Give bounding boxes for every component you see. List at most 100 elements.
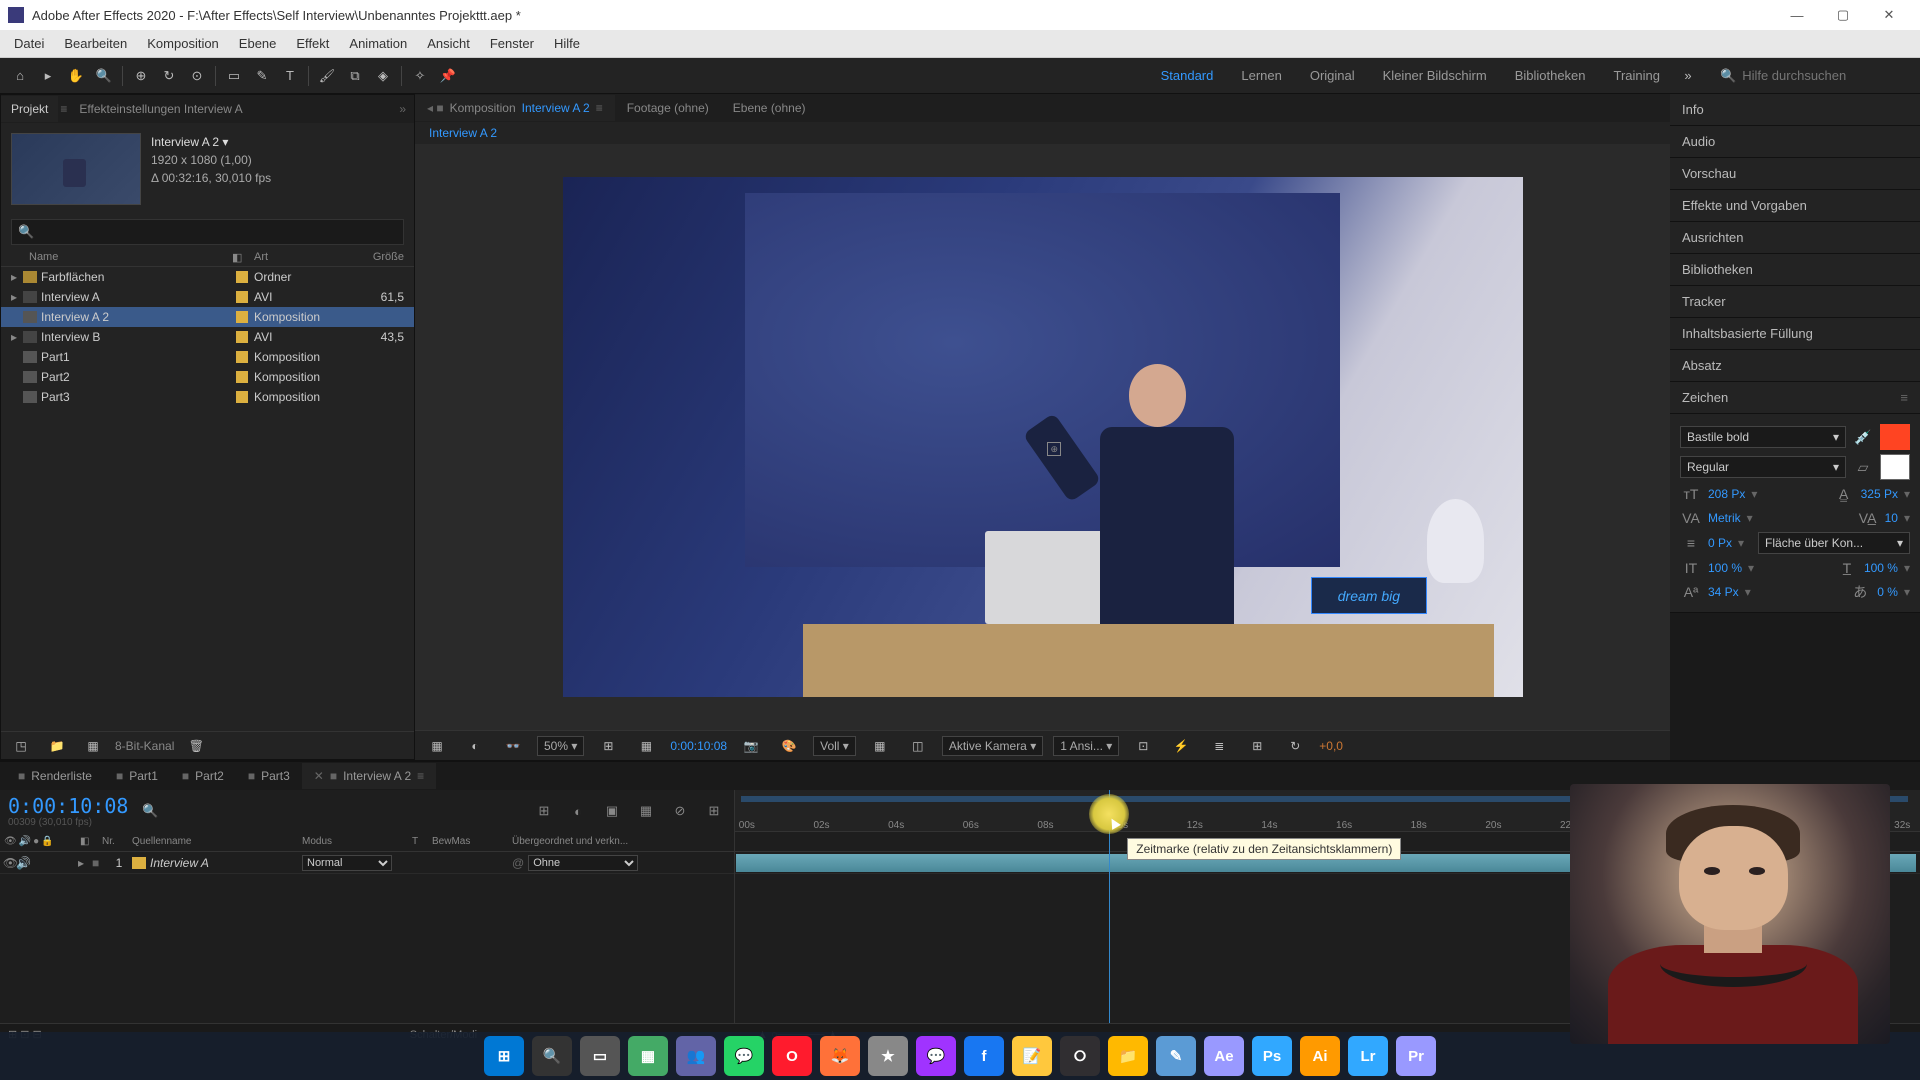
tsume[interactable]: 0 % [1877, 585, 1898, 599]
taskbar-tasks-icon[interactable]: ▭ [580, 1036, 620, 1076]
taskbar-notes-icon[interactable]: 📝 [1012, 1036, 1052, 1076]
mask-icon[interactable]: 👓 [500, 733, 526, 759]
project-item[interactable]: Interview A 2Komposition [1, 307, 414, 327]
channel-icon[interactable]: ◐ [462, 733, 488, 759]
leading[interactable]: 325 Px [1861, 487, 1898, 501]
project-item[interactable]: Part2Komposition [1, 367, 414, 387]
panel-info[interactable]: Info [1670, 94, 1920, 126]
no-stroke-icon[interactable]: ▱ [1852, 457, 1874, 477]
fill-color-swatch[interactable] [1880, 424, 1910, 450]
taskbar-facebook-icon[interactable]: f [964, 1036, 1004, 1076]
menu-komposition[interactable]: Komposition [137, 32, 229, 55]
blend-mode-select[interactable]: Normal [302, 855, 392, 871]
project-search[interactable]: 🔍 [11, 219, 404, 245]
taskbar-widgets-icon[interactable]: ▦ [628, 1036, 668, 1076]
tab-project[interactable]: Projekt [1, 96, 58, 122]
taskbar-editor-icon[interactable]: ✎ [1156, 1036, 1196, 1076]
brush-tool-icon[interactable]: 🖌 [314, 63, 340, 89]
tab-effect-settings[interactable]: Effekteinstellungen Interview A [69, 96, 252, 122]
selected-comp-name[interactable]: Interview A 2 ▾ [151, 133, 271, 151]
clone-tool-icon[interactable]: ⧉ [342, 63, 368, 89]
taskbar-opera-icon[interactable]: O [772, 1036, 812, 1076]
rectangle-tool-icon[interactable]: ▭ [221, 63, 247, 89]
camera-select[interactable]: Aktive Kamera ▾ [942, 736, 1043, 756]
taskbar-pr-icon[interactable]: Pr [1396, 1036, 1436, 1076]
fast-preview-icon[interactable]: ⚡ [1168, 733, 1194, 759]
eyedropper-icon[interactable]: 💉 [1852, 427, 1874, 447]
panel-tracker[interactable]: Tracker [1670, 286, 1920, 318]
alpha-icon[interactable]: ▦ [424, 733, 450, 759]
resolution-select[interactable]: Voll ▾ [813, 736, 856, 756]
new-folder-icon[interactable]: 📁 [44, 733, 70, 759]
selection-tool-icon[interactable]: ▸ [35, 63, 61, 89]
home-icon[interactable]: ⌂ [7, 63, 33, 89]
panel-inhaltsbasierte-füllung[interactable]: Inhaltsbasierte Füllung [1670, 318, 1920, 350]
menu-effekt[interactable]: Effekt [286, 32, 339, 55]
stroke-option-select[interactable]: Fläche über Kon...▾ [1758, 532, 1910, 554]
workspace-training[interactable]: Training [1600, 62, 1674, 89]
workspace-original[interactable]: Original [1296, 62, 1369, 89]
panel-audio[interactable]: Audio [1670, 126, 1920, 158]
taskbar-messenger-icon[interactable]: 💬 [916, 1036, 956, 1076]
project-item[interactable]: Part1Komposition [1, 347, 414, 367]
pen-tool-icon[interactable]: ✎ [249, 63, 275, 89]
rotate-tool-icon[interactable]: ↻ [156, 63, 182, 89]
grid-icon[interactable]: ▦ [633, 733, 659, 759]
col-name[interactable]: Name [11, 251, 232, 264]
baseline[interactable]: 34 Px [1708, 585, 1739, 599]
draft-3d-icon[interactable]: ◐ [566, 799, 590, 823]
viewer-time[interactable]: 0:00:10:08 [670, 739, 727, 753]
tab-layer[interactable]: Ebene (ohne) [721, 95, 818, 121]
graph-editor-icon[interactable]: ⊞ [702, 799, 726, 823]
panel-bibliotheken[interactable]: Bibliotheken [1670, 254, 1920, 286]
project-item[interactable]: Part3Komposition [1, 387, 414, 407]
timeline-tab-part1[interactable]: ■ Part1 [104, 763, 170, 789]
project-item[interactable]: ▸Interview AAVI61,5 [1, 287, 414, 307]
comp-breadcrumb[interactable]: Interview A 2 [415, 122, 1670, 144]
anchor-point-icon[interactable]: ⊕ [1047, 442, 1061, 456]
taskbar-obs-icon[interactable]: ⭘ [1060, 1036, 1100, 1076]
taskbar-firefox-icon[interactable]: 🦊 [820, 1036, 860, 1076]
stroke-color-swatch[interactable] [1880, 454, 1910, 480]
zoom-select[interactable]: 50% ▾ [537, 736, 584, 756]
eraser-tool-icon[interactable]: ◈ [370, 63, 396, 89]
panel-ausrichten[interactable]: Ausrichten [1670, 222, 1920, 254]
maximize-button[interactable]: ▢ [1820, 0, 1866, 30]
workspace-bibliotheken[interactable]: Bibliotheken [1501, 62, 1600, 89]
stroke-width[interactable]: 0 Px [1708, 536, 1732, 550]
workspace-lernen[interactable]: Lernen [1227, 62, 1295, 89]
flowchart-icon[interactable]: ⊞ [1244, 733, 1270, 759]
3d-icon[interactable]: ◫ [905, 733, 931, 759]
taskbar-lr-icon[interactable]: Lr [1348, 1036, 1388, 1076]
composition-mini-icon[interactable]: ⊞ [532, 799, 556, 823]
label-column-icon[interactable]: ◧ [232, 251, 254, 264]
menu-animation[interactable]: Animation [339, 32, 417, 55]
timeline-tab-part2[interactable]: ■ Part2 [170, 763, 236, 789]
project-item[interactable]: ▸FarbflächenOrdner [1, 267, 414, 287]
workspace-kleiner-bildschirm[interactable]: Kleiner Bildschirm [1369, 62, 1501, 89]
text-tool-icon[interactable]: T [277, 63, 303, 89]
timeline-tab-renderliste[interactable]: ■ Renderliste [6, 763, 104, 789]
snapshot-icon[interactable]: 📷 [738, 733, 764, 759]
minimize-button[interactable]: — [1774, 0, 1820, 30]
timeline-current-time[interactable]: 0:00:10:08 [8, 794, 128, 818]
expand-layer[interactable]: ▸ [78, 856, 92, 870]
pan-behind-tool-icon[interactable]: ⊙ [184, 63, 210, 89]
hand-tool-icon[interactable]: ✋ [63, 63, 89, 89]
taskbar-teams-icon[interactable]: 👥 [676, 1036, 716, 1076]
transparency-icon[interactable]: ▦ [867, 733, 893, 759]
col-size[interactable]: Größe [354, 251, 404, 264]
exposure-value[interactable]: +0,0 [1319, 739, 1343, 753]
color-mgmt-icon[interactable]: 🎨 [776, 733, 802, 759]
timeline-icon[interactable]: ≣ [1206, 733, 1232, 759]
taskbar-ps-icon[interactable]: Ps [1252, 1036, 1292, 1076]
help-search-input[interactable] [1742, 68, 1902, 83]
res-icon[interactable]: ⊞ [595, 733, 621, 759]
taskbar-ai-icon[interactable]: Ai [1300, 1036, 1340, 1076]
roto-tool-icon[interactable]: ✧ [407, 63, 433, 89]
new-comp-icon[interactable]: ▦ [80, 733, 106, 759]
menu-ansicht[interactable]: Ansicht [417, 32, 480, 55]
taskbar-start-icon[interactable]: ⊞ [484, 1036, 524, 1076]
audio-toggle[interactable]: 🔊 [17, 856, 30, 870]
taskbar-whatsapp-icon[interactable]: 💬 [724, 1036, 764, 1076]
